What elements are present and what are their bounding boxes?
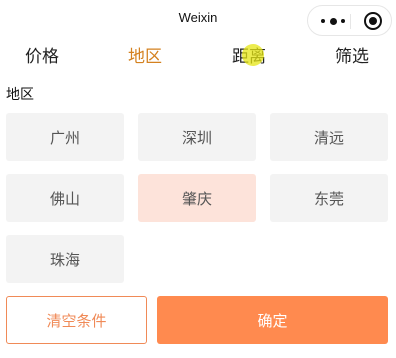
region-option-foshan[interactable]: 佛山 — [6, 174, 124, 222]
region-option-qingyuan[interactable]: 清远 — [270, 113, 388, 161]
region-option-zhaoqing[interactable]: 肇庆 — [138, 174, 256, 222]
region-option-dongguan[interactable]: 东莞 — [270, 174, 388, 222]
more-dots-icon[interactable] — [321, 15, 345, 27]
region-option-zhuhai[interactable]: 珠海 — [6, 235, 124, 283]
tab-distance[interactable]: 距离 — [232, 42, 266, 67]
filter-page: Weixin 价格 地区 距离 筛选 地区 广州 深圳 清远 佛山 肇庆 东莞 … — [0, 0, 396, 358]
region-option-guangzhou[interactable]: 广州 — [6, 113, 124, 161]
region-option-shenzhen[interactable]: 深圳 — [138, 113, 256, 161]
tab-region[interactable]: 地区 — [128, 42, 162, 67]
section-label: 地区 — [6, 87, 34, 103]
close-icon[interactable] — [364, 12, 382, 30]
title-bar: Weixin — [0, 0, 396, 38]
tab-filter[interactable]: 筛选 — [335, 42, 369, 67]
tab-price[interactable]: 价格 — [25, 42, 59, 67]
mini-program-capsule — [307, 5, 392, 36]
confirm-button[interactable]: 确定 — [157, 296, 388, 344]
clear-conditions-button[interactable]: 清空条件 — [6, 296, 147, 344]
filter-tabs: 价格 地区 距离 筛选 — [0, 38, 396, 72]
capsule-divider — [350, 14, 351, 29]
